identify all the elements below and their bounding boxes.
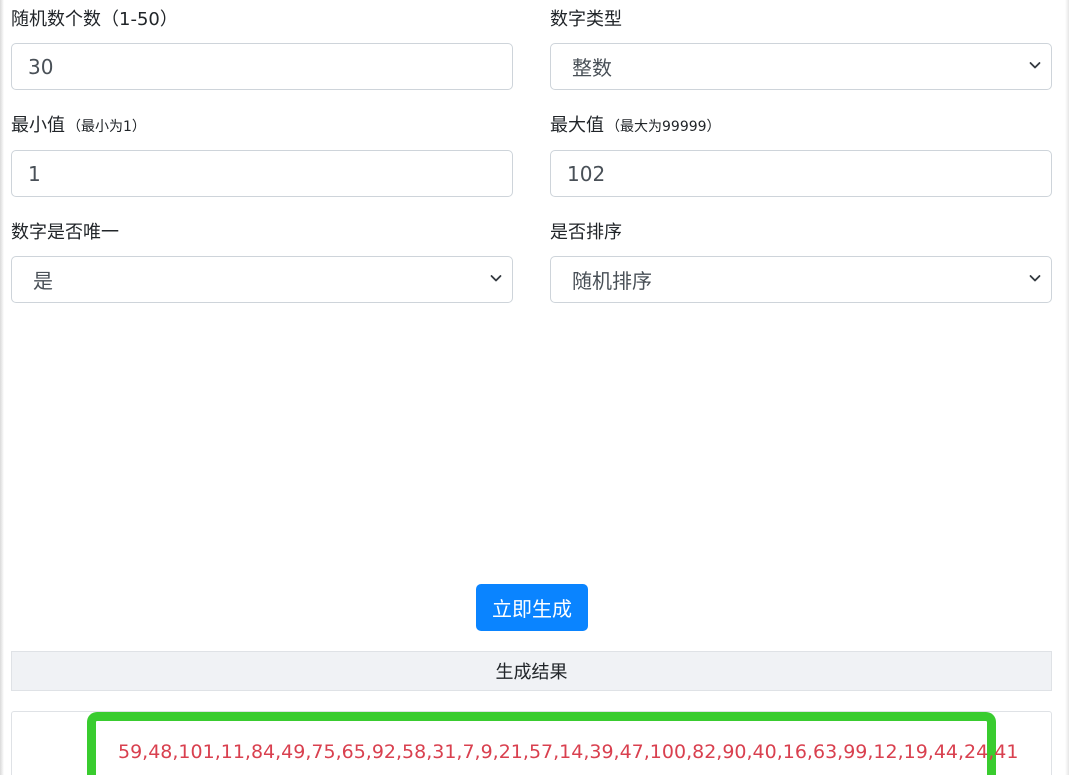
result-header-text: 生成结果	[495, 662, 568, 683]
unique-selected: 是	[33, 269, 53, 293]
unique-select[interactable]: 是	[11, 256, 513, 303]
number-type-selected: 整数	[572, 56, 612, 80]
count-input[interactable]: 30	[11, 43, 513, 90]
max-label-text: 最大值	[550, 115, 604, 136]
number-type-select[interactable]: 整数	[550, 43, 1052, 90]
result-header: 生成结果	[11, 651, 1052, 691]
left-edge-shadow	[0, 0, 4, 775]
generate-button[interactable]: 立即生成	[476, 584, 588, 631]
unique-label: 数字是否唯一	[11, 222, 119, 244]
sort-label-text: 是否排序	[550, 222, 622, 243]
max-label: 最大值 （最大为99999）	[550, 115, 721, 138]
page: 随机数个数（1-50） 30 数字类型 整数 最小值 （最小为1） 1 最大值 （最…	[0, 0, 1069, 775]
count-label: 随机数个数（1-50）	[11, 9, 178, 31]
min-label: 最小值 （最小为1）	[11, 115, 146, 138]
sort-selected: 随机排序	[572, 269, 652, 293]
min-label-text: 最小值	[11, 115, 65, 136]
right-edge-shadow	[1065, 0, 1069, 775]
max-input[interactable]: 102	[550, 150, 1052, 197]
max-hint: （最大为99999）	[606, 119, 721, 135]
number-type-label: 数字类型	[550, 9, 622, 31]
chevron-down-icon	[1029, 61, 1041, 68]
chevron-down-icon	[1029, 274, 1041, 281]
generate-button-label: 立即生成	[492, 597, 572, 621]
min-hint: （最小为1）	[67, 119, 146, 135]
count-label-text: 随机数个数（1-50）	[11, 9, 178, 30]
chevron-down-icon	[490, 274, 502, 281]
unique-label-text: 数字是否唯一	[11, 222, 119, 243]
result-numbers: 59,48,101,11,84,49,75,65,92,58,31,7,9,21…	[118, 741, 1019, 763]
min-input[interactable]: 1	[11, 150, 513, 197]
number-type-label-text: 数字类型	[550, 9, 622, 30]
count-input-value: 30	[28, 54, 54, 79]
sort-label: 是否排序	[550, 222, 622, 244]
max-input-value: 102	[567, 161, 606, 186]
sort-select[interactable]: 随机排序	[550, 256, 1052, 303]
min-input-value: 1	[28, 161, 41, 186]
